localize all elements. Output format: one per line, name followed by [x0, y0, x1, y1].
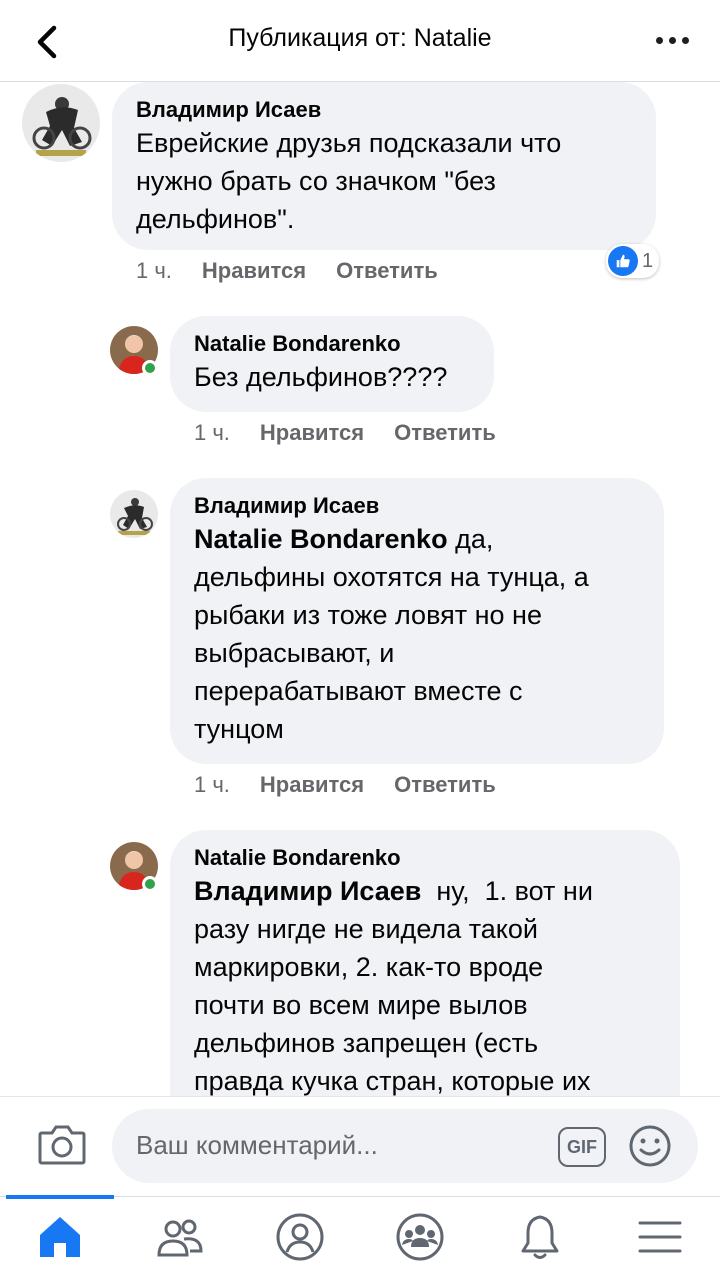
- comment-bubble[interactable]: Natalie Bondarenko Без дельфинов????: [170, 316, 494, 412]
- active-tab-indicator: [6, 1195, 114, 1199]
- groups-icon: [396, 1213, 444, 1261]
- mention-link[interactable]: Владимир Исаев: [194, 876, 421, 906]
- comment-text-line: нужно брать со значком "без: [136, 166, 496, 196]
- comment-input[interactable]: [136, 1125, 536, 1165]
- comment-text-line: рыбаки из тоже ловят но не: [194, 600, 542, 630]
- reply-button[interactable]: Ответить: [336, 258, 438, 284]
- friends-icon: [157, 1219, 203, 1257]
- comment-author[interactable]: Владимир Исаев: [194, 492, 640, 520]
- comment-author[interactable]: Natalie Bondarenko: [194, 330, 470, 358]
- dot-icon: [682, 36, 689, 44]
- bottom-navigation: [0, 1195, 720, 1280]
- tab-home[interactable]: [34, 1211, 86, 1263]
- dot-icon: [656, 36, 663, 44]
- comment-composer: GIF: [0, 1096, 720, 1196]
- comment-text-line: Владимир Исаев ну, 1. вот ни: [194, 872, 656, 910]
- reply-button[interactable]: Ответить: [394, 772, 496, 798]
- comment-text-line: правда кучка стран, которые их: [194, 1066, 591, 1096]
- comment-bubble[interactable]: Владимир Исаев Еврейские друзья подсказа…: [112, 82, 656, 250]
- home-icon: [40, 1217, 80, 1257]
- comment-text-line: Еврейские друзья подсказали что: [136, 128, 562, 158]
- avatar[interactable]: [22, 84, 100, 162]
- comment-text-line: дельфины охотятся на тунца, а: [194, 562, 589, 592]
- comment-text-fragment: да,: [447, 524, 494, 554]
- reaction-count: 1: [642, 249, 654, 272]
- like-button[interactable]: Нравится: [260, 772, 364, 798]
- like-button[interactable]: Нравится: [260, 420, 364, 446]
- tab-notifications[interactable]: [514, 1211, 566, 1263]
- tab-groups[interactable]: [394, 1211, 446, 1263]
- page-title: Публикация от: Natalie: [228, 24, 492, 52]
- tab-menu[interactable]: [634, 1211, 686, 1263]
- comments-list: Владимир Исаев Еврейские друзья подсказа…: [0, 82, 720, 1096]
- comment-actions: 1 ч. Нравится Ответить: [194, 420, 496, 446]
- smiley-icon: [629, 1125, 671, 1167]
- top-bar: Публикация от: Natalie: [0, 0, 720, 82]
- comment-text-line: дельфинов запрещен (есть: [194, 1028, 539, 1058]
- comment-timestamp[interactable]: 1 ч.: [194, 772, 230, 798]
- tab-friends[interactable]: [154, 1211, 206, 1263]
- profile-icon: [276, 1213, 324, 1261]
- comment-author[interactable]: Владимир Исаев: [136, 96, 632, 124]
- like-button[interactable]: Нравится: [202, 258, 306, 284]
- bell-icon: [521, 1215, 559, 1259]
- comment-text-line: перерабатывают вместе с: [194, 676, 523, 706]
- comment-author[interactable]: Natalie Bondarenko: [194, 844, 656, 872]
- more-options-button[interactable]: [656, 30, 692, 50]
- hamburger-menu-icon: [638, 1221, 682, 1253]
- comment-timestamp[interactable]: 1 ч.: [136, 258, 172, 284]
- comment-text-line: тунцом: [194, 714, 284, 744]
- dot-icon: [669, 36, 676, 44]
- emoji-button[interactable]: [628, 1124, 672, 1168]
- comment-text-fragment: ну, 1. вот ни: [421, 876, 593, 906]
- comment-text-line: дельфинов".: [136, 204, 295, 234]
- comment-bubble[interactable]: Natalie Bondarenko Владимир Исаев ну, 1.…: [170, 830, 680, 1096]
- camera-button[interactable]: [36, 1121, 88, 1169]
- comment-text-line: выбрасывают, и: [194, 638, 395, 668]
- online-status-dot: [142, 876, 158, 892]
- avatar[interactable]: [110, 490, 158, 538]
- comment-bubble[interactable]: Владимир Исаев Natalie Bondarenko да, де…: [170, 478, 664, 764]
- online-status-dot: [142, 360, 158, 376]
- reaction-count-badge[interactable]: 1: [606, 244, 660, 278]
- thumbs-up-icon: [608, 246, 638, 276]
- mention-link[interactable]: Natalie Bondarenko: [194, 524, 448, 554]
- gif-button[interactable]: GIF: [558, 1127, 606, 1167]
- comment-timestamp[interactable]: 1 ч.: [194, 420, 230, 446]
- comment-actions: 1 ч. Нравится Ответить: [194, 772, 496, 798]
- comment-text-line: Natalie Bondarenko да,: [194, 520, 640, 558]
- comment-text-line: почти во всем мире вылов: [194, 990, 528, 1020]
- comment-text-line: разу нигде не видела такой: [194, 914, 538, 944]
- reply-button[interactable]: Ответить: [394, 420, 496, 446]
- comment-input-container[interactable]: GIF: [112, 1109, 698, 1183]
- camera-icon: [38, 1125, 86, 1165]
- tab-profile[interactable]: [274, 1211, 326, 1263]
- comment-actions: 1 ч. Нравится Ответить: [136, 258, 438, 284]
- comment-text-line: Без дельфинов????: [194, 362, 448, 392]
- comment-text-line: маркировки, 2. как-то вроде: [194, 952, 544, 982]
